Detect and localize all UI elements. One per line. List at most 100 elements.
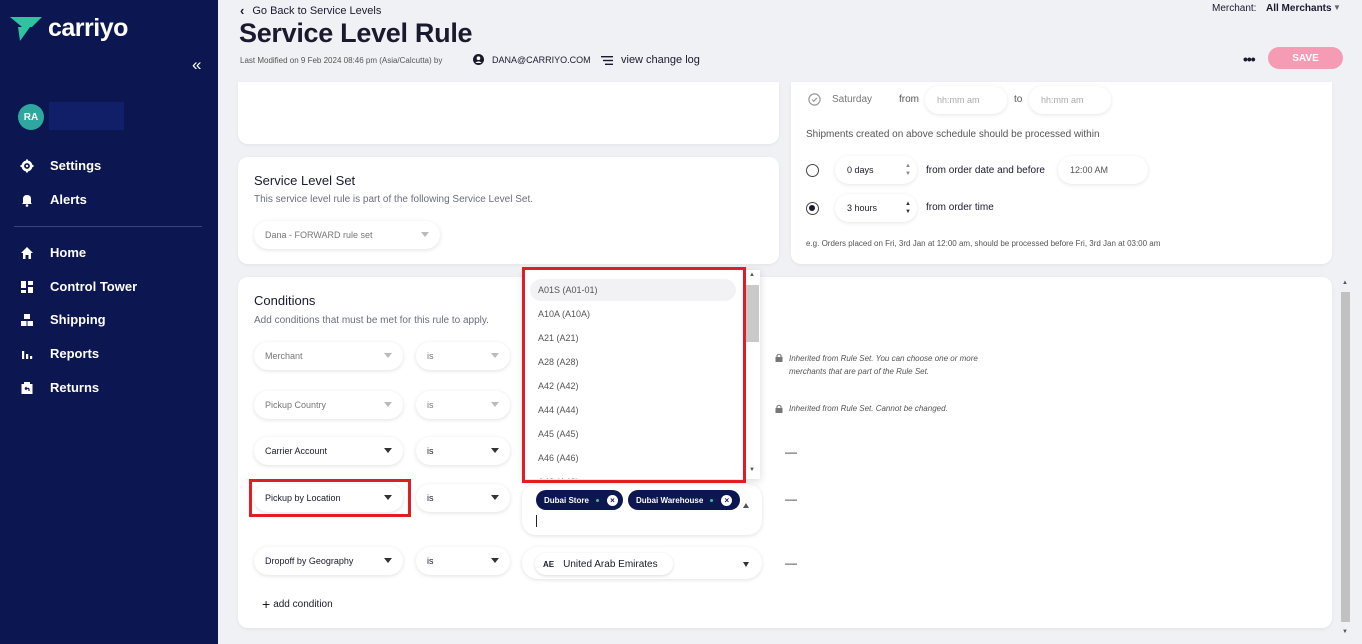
row-dash: — [785,556,797,570]
status-dot [710,498,714,502]
condition-field-select[interactable]: Pickup Country [254,391,403,419]
more-options-icon[interactable]: ••• [1243,51,1256,67]
sidebar-item-shipping[interactable]: Shipping [20,312,106,327]
condition-field-value: Carrier Account [265,446,328,456]
from-time-input[interactable]: hh:mm am [925,86,1007,114]
sidebar-item-label: Reports [50,346,100,361]
sidebar-item-settings[interactable]: Settings [20,158,101,173]
stepper-arrows-icon[interactable]: ▲ ▼ [905,162,911,178]
condition-field-value: Dropoff by Geography [265,556,354,566]
dashboard-icon [21,280,33,293]
add-condition-label: add condition [273,598,333,610]
location-chip: Dubai Warehouse × [628,490,740,510]
dropdown-scrollbar[interactable] [746,285,759,342]
scroll-down-icon[interactable]: ▼ [749,467,755,473]
order-time-text: from order time [926,202,994,213]
caret-down-icon[interactable]: ▼ [1333,3,1341,12]
gear-icon [20,159,34,172]
merchant-select[interactable]: All Merchants [1266,3,1332,14]
lock-icon [775,404,783,413]
save-button[interactable]: SAVE [1268,47,1343,69]
condition-operator-select[interactable]: is [416,484,510,512]
hours-stepper[interactable]: 3 hours ▲ ▼ [835,194,917,222]
caret-up-icon[interactable] [743,503,749,508]
condition-operator-value: is [427,493,434,503]
view-change-log-link[interactable]: view change log [601,54,700,66]
option-days-radio[interactable] [806,164,819,177]
sidebar-item-label: Control Tower [50,279,138,294]
sidebar-item-home[interactable]: Home [20,245,86,260]
check-circle-icon[interactable] [808,93,821,106]
sidebar-item-label: Settings [50,158,102,173]
scroll-up-icon[interactable]: ▲ [1342,280,1348,286]
caret-down-icon [491,402,499,407]
caret-down-icon[interactable] [743,562,749,567]
condition-operator-select[interactable]: is [416,342,510,370]
modified-by-email: DANA@CARRIYO.COM [492,55,591,65]
avatar[interactable]: RA [18,104,44,130]
brand-name: carriyo [48,14,128,42]
scroll-up-icon[interactable]: ▲ [749,272,755,278]
condition-operator-select[interactable]: is [416,547,510,575]
caret-down-icon [384,448,392,453]
condition-operator-value: is [427,400,434,410]
details-card [238,82,779,144]
remove-chip-icon[interactable]: × [721,494,733,506]
collapse-sidebar-icon[interactable]: « [192,55,201,75]
page-title: Service Level Rule [239,18,473,48]
add-condition-button[interactable]: + add condition [262,596,333,612]
service-level-set-title: Service Level Set [254,173,356,188]
last-modified-text: Last Modified on 9 Feb 2024 08:46 pm (As… [240,56,443,65]
to-time-input[interactable]: hh:mm am [1029,86,1111,114]
country-name: United Arab Emirates [563,558,658,570]
remove-chip-icon[interactable]: × [606,494,618,506]
sidebar-divider [14,226,202,227]
order-date-text: from order date and before [926,165,1045,176]
condition-operator-value: is [427,446,434,456]
carriyo-logo-icon [10,16,42,41]
days-stepper[interactable]: 0 days ▲ ▼ [835,156,917,184]
brand-logo[interactable]: carriyo [10,14,128,43]
return-box-icon [21,381,33,394]
condition-field-value: Pickup Country [265,400,327,410]
sidebar-item-reports[interactable]: Reports [20,346,99,361]
condition-operator-value: is [427,556,434,566]
plus-icon: + [262,596,271,612]
boxes-icon [21,313,33,326]
condition-field-select[interactable]: Dropoff by Geography [254,547,403,575]
page-scrollbar[interactable] [1341,292,1350,622]
back-to-service-levels-link[interactable]: ‹ Go Back to Service Levels [240,3,381,18]
scroll-down-icon[interactable]: ▼ [1342,629,1348,635]
sidebar-item-label: Shipping [50,312,106,327]
cutoff-time-input[interactable]: 12:00 AM [1058,156,1148,184]
text-cursor [536,515,537,527]
merchant-inherited-note: Inherited from Rule Set. You can choose … [789,354,978,376]
row-dash: — [785,492,797,506]
stepper-arrows-icon[interactable]: ▲ ▼ [905,200,911,216]
service-level-set-select[interactable]: Dana - FORWARD rule set [254,221,440,249]
condition-field-select[interactable]: Merchant [254,342,403,370]
processed-within-text: Shipments created on above schedule shou… [806,129,1100,140]
sidebar-item-returns[interactable]: Returns [20,380,99,395]
chip-label: Dubai Store [544,495,589,505]
user-circle-icon [473,54,484,65]
days-value: 0 days [847,165,874,175]
sidebar-item-control-tower[interactable]: Control Tower [20,279,137,294]
option-hours-radio[interactable] [806,202,819,215]
status-dot [595,498,599,502]
condition-operator-select[interactable]: is [416,437,510,465]
sidebar-item-label: Returns [50,380,100,395]
country-code: AE [543,559,555,569]
example-text: e.g. Orders placed on Fri, 3rd Jan at 12… [806,239,1161,248]
condition-field-select[interactable]: Carrier Account [254,437,403,465]
user-name-redacted [49,102,124,130]
sidebar-item-label: Alerts [50,192,87,207]
list-icon [601,55,613,65]
country-chip: AE United Arab Emirates [535,553,673,575]
conditions-title: Conditions [254,293,316,308]
to-label: to [1014,94,1023,105]
sidebar: carriyo « RA Settings Alerts Home Contro… [0,0,218,644]
lock-icon [775,353,783,362]
condition-operator-select[interactable]: is [416,391,510,419]
sidebar-item-alerts[interactable]: Alerts [20,192,87,207]
